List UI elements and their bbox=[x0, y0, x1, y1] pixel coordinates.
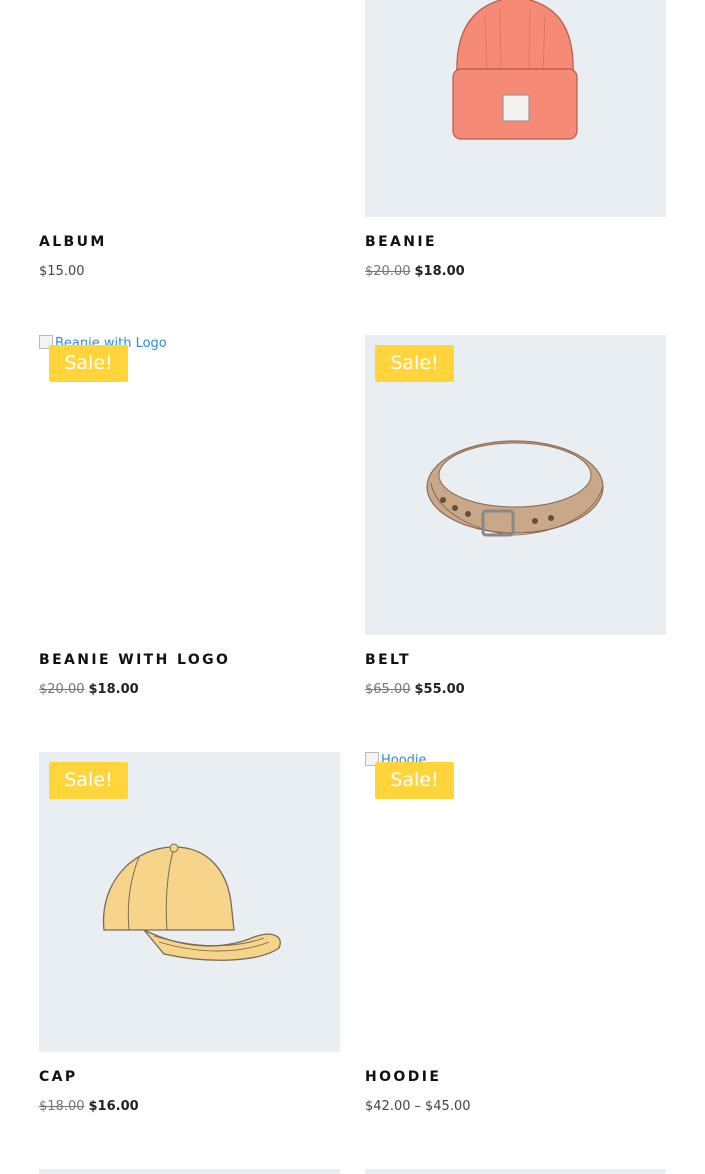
regular-price: $20.00 bbox=[365, 264, 411, 279]
sale-price: $55.00 bbox=[414, 682, 465, 697]
product-name[interactable]: BEANIE bbox=[365, 234, 437, 250]
sale-badge: Sale! bbox=[375, 762, 454, 799]
product-price: $42.00– $45.00 bbox=[365, 1099, 471, 1114]
sale-price: $18.00 bbox=[88, 682, 139, 697]
product-price: $65.00 $55.00 bbox=[365, 682, 465, 697]
product-price: $20.00 $18.00 bbox=[39, 682, 139, 697]
product-image-partial[interactable] bbox=[365, 1169, 666, 1174]
price-range-separator: – bbox=[414, 1099, 422, 1114]
sale-badge: Sale! bbox=[375, 345, 454, 382]
product-name[interactable]: BELT bbox=[365, 652, 411, 668]
beanie-illustration bbox=[452, 0, 578, 140]
product-price: $20.00 $18.00 bbox=[365, 264, 465, 279]
product-name[interactable]: HOODIE bbox=[365, 1069, 441, 1085]
price-max: $45.00 bbox=[425, 1099, 471, 1114]
product-name[interactable]: BEANIE WITH LOGO bbox=[39, 652, 230, 668]
product-name[interactable]: ALBUM bbox=[39, 234, 107, 250]
product-price: $15.00 bbox=[39, 264, 85, 279]
sale-badge: Sale! bbox=[49, 762, 128, 799]
regular-price: $20.00 bbox=[39, 682, 85, 697]
price-min: $42.00 bbox=[365, 1099, 411, 1114]
sale-price: $18.00 bbox=[414, 264, 465, 279]
sale-badge: Sale! bbox=[49, 345, 128, 382]
regular-price: $18.00 bbox=[39, 1099, 85, 1114]
regular-price: $65.00 bbox=[365, 682, 411, 697]
product-price: $18.00 $16.00 bbox=[39, 1099, 139, 1114]
sale-price: $16.00 bbox=[88, 1099, 139, 1114]
product-image-partial[interactable] bbox=[39, 1169, 340, 1174]
product-image[interactable] bbox=[365, 0, 666, 217]
product-name[interactable]: CAP bbox=[39, 1069, 78, 1085]
